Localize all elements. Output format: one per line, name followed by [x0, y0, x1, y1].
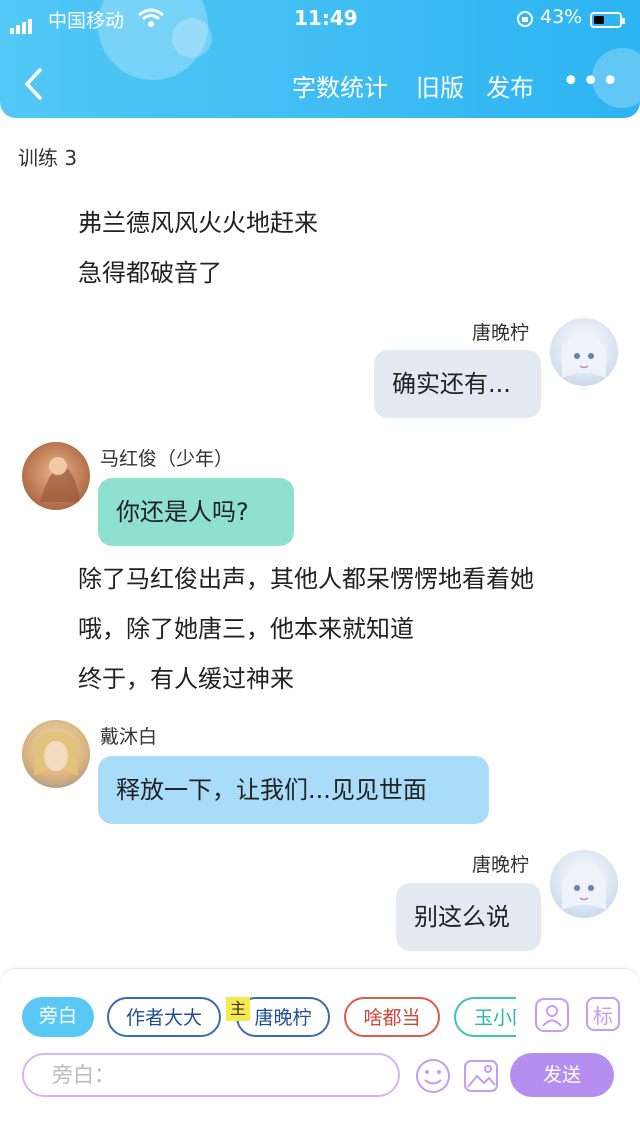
- message-input[interactable]: [50, 1055, 384, 1095]
- emoji-icon[interactable]: [414, 1057, 452, 1095]
- publish-button[interactable]: 发布: [486, 68, 534, 103]
- speaker-name: 唐晚柠: [472, 854, 530, 876]
- message-bubble[interactable]: 释放一下，让我们...见见世面: [98, 756, 489, 824]
- status-bar: 中国移动 11:49 43%: [0, 6, 640, 34]
- role-chip-yu-label: 玉小刚: [474, 1007, 516, 1029]
- app-header: 中国移动 11:49 43% 字数统计 旧版 发布 •••: [0, 0, 640, 118]
- narration-line: 弗兰德风风火火地赶来: [78, 209, 318, 237]
- more-icon[interactable]: •••: [562, 64, 621, 99]
- role-chip-narrator[interactable]: 旁白: [22, 997, 94, 1037]
- message-input-wrapper: [22, 1053, 400, 1097]
- speaker-name: 马红俊（少年）: [100, 448, 234, 470]
- battery-icon: [590, 12, 625, 28]
- send-button[interactable]: 发送: [510, 1053, 614, 1097]
- main-role-badge: 主: [226, 997, 250, 1021]
- narration-block: 弗兰德风风火火地赶来 急得都破音了: [78, 198, 318, 298]
- battery-percent: 43%: [540, 6, 583, 28]
- avatar[interactable]: [22, 720, 90, 788]
- speaker-name: 戴沐白: [100, 726, 158, 748]
- speaker-name: 唐晚柠: [472, 322, 530, 344]
- narration-line: 哦，除了她唐三，他本来就知道: [78, 615, 414, 643]
- tag-button[interactable]: 标: [586, 997, 620, 1031]
- signal-icon: [10, 12, 34, 34]
- chapter-title: 训练 3: [18, 146, 78, 170]
- image-icon[interactable]: [462, 1057, 500, 1095]
- rotation-lock-icon: [517, 11, 533, 27]
- message-bubble[interactable]: 确实还有...: [374, 350, 541, 418]
- message-bubble[interactable]: 别这么说: [396, 883, 541, 951]
- old-version-button[interactable]: 旧版: [416, 68, 464, 103]
- wifi-icon: [138, 8, 164, 27]
- back-arrow-icon[interactable]: [22, 66, 44, 102]
- word-count-button[interactable]: 字数统计: [292, 68, 388, 103]
- role-chip-tang[interactable]: 唐晚柠: [236, 997, 330, 1037]
- composer-panel: 旁白 作者大大 唐晚柠 主 啥都当 玉小刚 标 发送: [0, 968, 640, 1140]
- role-chip-yu[interactable]: 玉小刚: [454, 997, 516, 1037]
- avatar[interactable]: [22, 442, 90, 510]
- message-bubble[interactable]: 你还是人吗?: [98, 478, 294, 546]
- carrier-label: 中国移动: [48, 10, 125, 32]
- avatar[interactable]: [550, 850, 618, 918]
- narration-line: 急得都破音了: [78, 259, 222, 287]
- narration-line: 终于，有人缓过神来: [78, 665, 294, 693]
- role-chip-whatever[interactable]: 啥都当: [344, 997, 440, 1037]
- narration-block: 除了马红俊出声，其他人都呆愣愣地看着她 哦，除了她唐三，他本来就知道 终于，有人…: [78, 554, 534, 704]
- clock: 11:49: [294, 6, 358, 30]
- nav-bar: 字数统计 旧版 发布 •••: [0, 64, 640, 108]
- add-character-icon[interactable]: [534, 997, 570, 1033]
- role-chip-author[interactable]: 作者大大: [107, 997, 221, 1037]
- avatar[interactable]: [550, 318, 618, 386]
- narration-line: 除了马红俊出声，其他人都呆愣愣地看着她: [78, 565, 534, 593]
